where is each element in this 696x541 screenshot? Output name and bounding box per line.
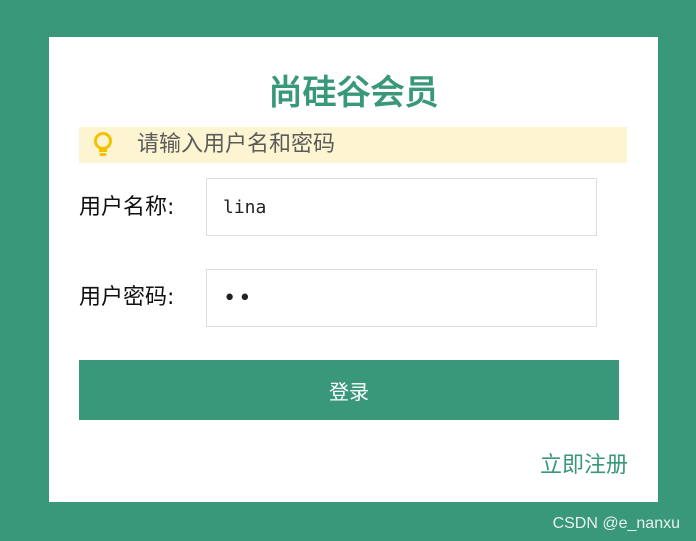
password-label: 用户密码:	[79, 285, 175, 310]
page-title: 尚硅谷会员	[268, 73, 439, 113]
register-link[interactable]: 立即注册	[540, 450, 628, 482]
password-input[interactable]	[206, 269, 597, 327]
username-label: 用户名称:	[79, 195, 175, 220]
watermark: CSDN @e_nanxu	[552, 515, 680, 532]
lightbulb-icon	[91, 130, 115, 160]
tip-banner: 请输入用户名和密码	[79, 127, 627, 163]
username-input[interactable]	[206, 178, 597, 236]
tip-text: 请输入用户名和密码	[137, 132, 336, 157]
login-button[interactable]: 登录	[79, 360, 619, 420]
login-card: 尚硅谷会员 请输入用户名和密码 用户名称: 用户密码: 登录 立即注册	[49, 37, 658, 502]
